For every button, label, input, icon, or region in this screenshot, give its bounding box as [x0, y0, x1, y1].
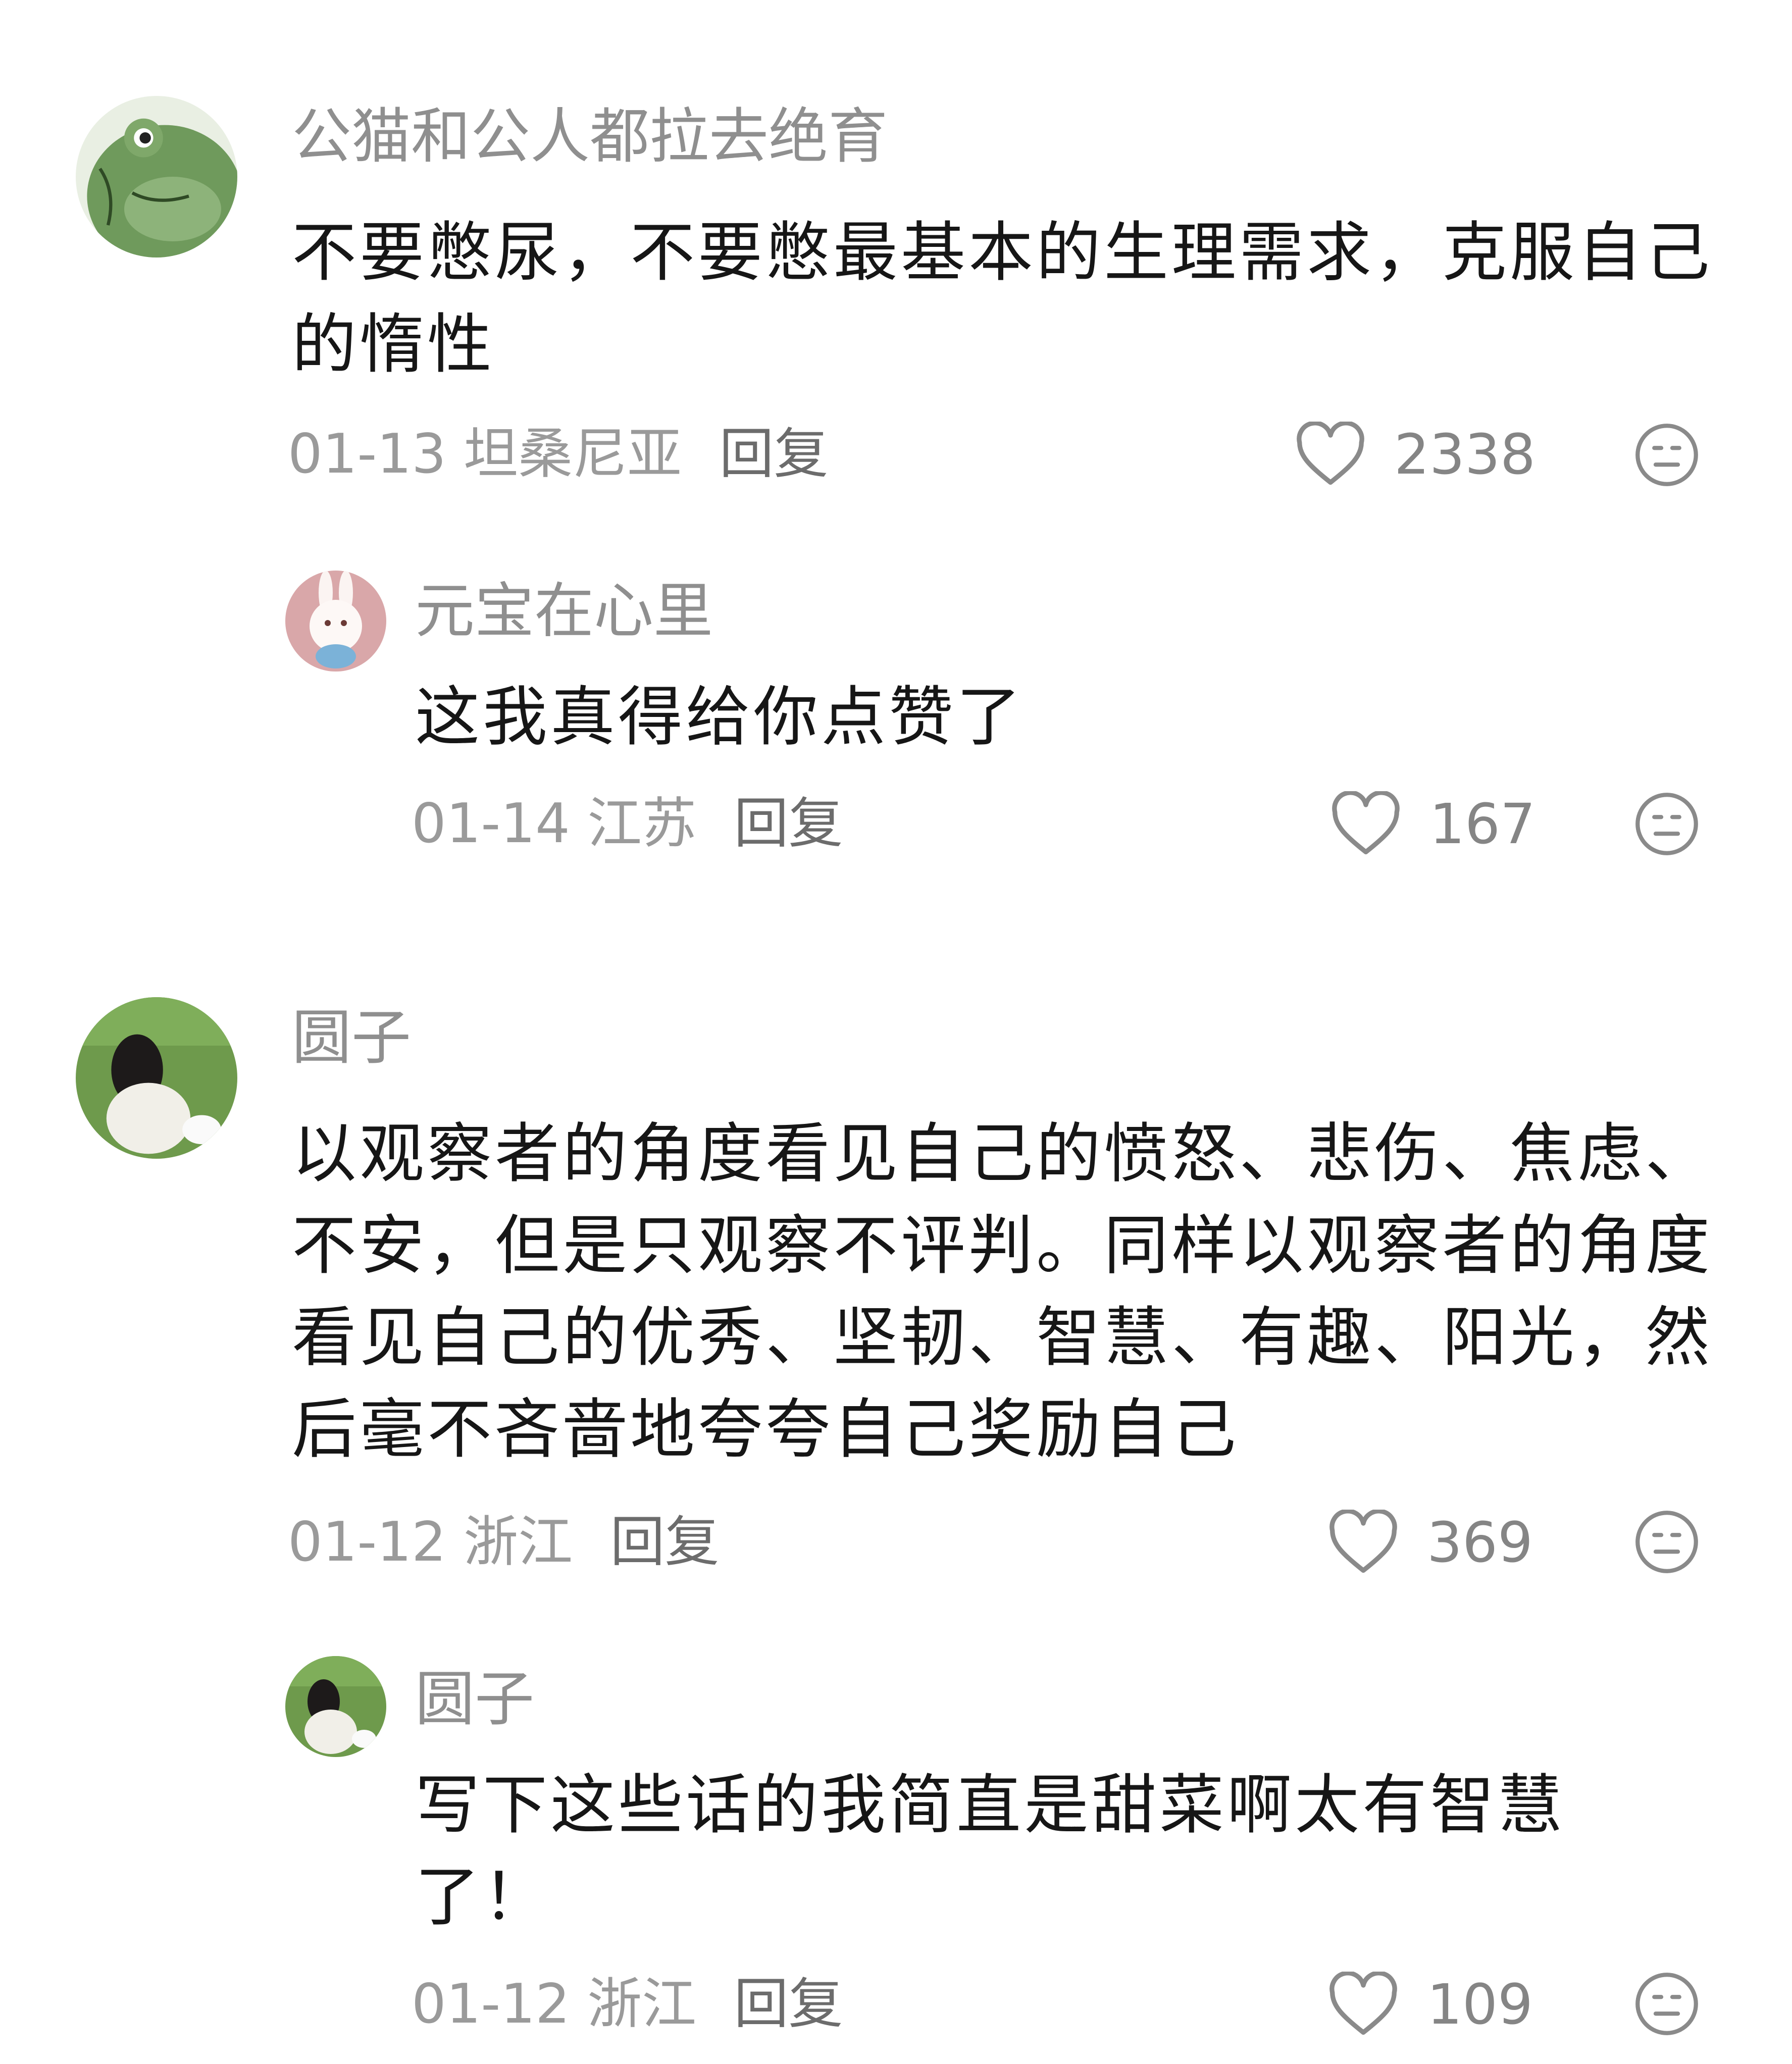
heart-outline-icon — [1329, 1972, 1397, 2035]
heart-outline-icon — [1332, 791, 1400, 855]
reply-button[interactable]: 回复 — [720, 423, 829, 486]
frog-avatar[interactable] — [76, 96, 237, 257]
username[interactable]: 公猫和公人都拉去绝育 — [292, 98, 888, 174]
like-count: 369 — [1427, 1510, 1533, 1575]
comment-meta: 01-12 浙江 回复 — [412, 1969, 843, 2040]
comment-location: 坦桑尼亚 — [464, 423, 682, 486]
girl-on-grass-avatar[interactable] — [285, 1656, 386, 1757]
neutral-face-icon[interactable] — [1633, 422, 1700, 488]
like-count: 167 — [1429, 792, 1535, 856]
like-button[interactable]: 369 — [1328, 1507, 1533, 1578]
reply-button[interactable]: 回复 — [734, 792, 843, 855]
comment-date: 01-13 — [288, 423, 446, 486]
comment-text: 不要憋尿，不要憋最基本的生理需求，克服自己的惰性 — [292, 215, 1713, 382]
comment-date: 01-12 — [288, 1511, 446, 1574]
like-button[interactable]: 167 — [1330, 789, 1535, 859]
comment-text: 写下这些话的我简直是甜菜啊太有智慧了！ — [415, 1768, 1566, 1935]
comment-meta: 01-14 江苏 回复 — [412, 789, 843, 859]
comment-meta: 01-12 浙江 回复 — [288, 1507, 720, 1578]
username[interactable]: 元宝在心里 — [415, 573, 713, 649]
username[interactable]: 圆子 — [415, 1661, 534, 1737]
comment-location: 江苏 — [587, 792, 697, 855]
bunny-avatar[interactable] — [285, 571, 386, 672]
like-button[interactable]: 2338 — [1295, 419, 1535, 490]
reply-button[interactable]: 回复 — [610, 1511, 720, 1574]
like-count: 109 — [1427, 1972, 1533, 2037]
username[interactable]: 圆子 — [292, 1000, 411, 1075]
neutral-face-icon[interactable] — [1633, 1509, 1700, 1575]
comment-text: 以观察者的角度看见自己的愤怒、悲伤、焦虑、不安，但是只观察不评判。同样以观察者的… — [292, 1116, 1713, 1467]
comment-location: 浙江 — [464, 1511, 573, 1574]
like-button[interactable]: 109 — [1328, 1969, 1533, 2040]
like-count: 2338 — [1394, 422, 1535, 487]
comment-location: 浙江 — [587, 1973, 697, 2036]
comment-date: 01-14 — [412, 792, 570, 855]
comment-text: 这我真得给你点赞了 — [415, 680, 1025, 755]
comment-meta: 01-13 坦桑尼亚 回复 — [288, 419, 829, 490]
heart-outline-icon — [1329, 1510, 1397, 1573]
comment-date: 01-12 — [412, 1973, 570, 2036]
girl-on-grass-avatar[interactable] — [76, 997, 237, 1159]
reply-button[interactable]: 回复 — [734, 1973, 843, 2036]
neutral-face-icon[interactable] — [1633, 791, 1700, 857]
heart-outline-icon — [1297, 422, 1364, 485]
neutral-face-icon[interactable] — [1633, 1971, 1700, 2037]
